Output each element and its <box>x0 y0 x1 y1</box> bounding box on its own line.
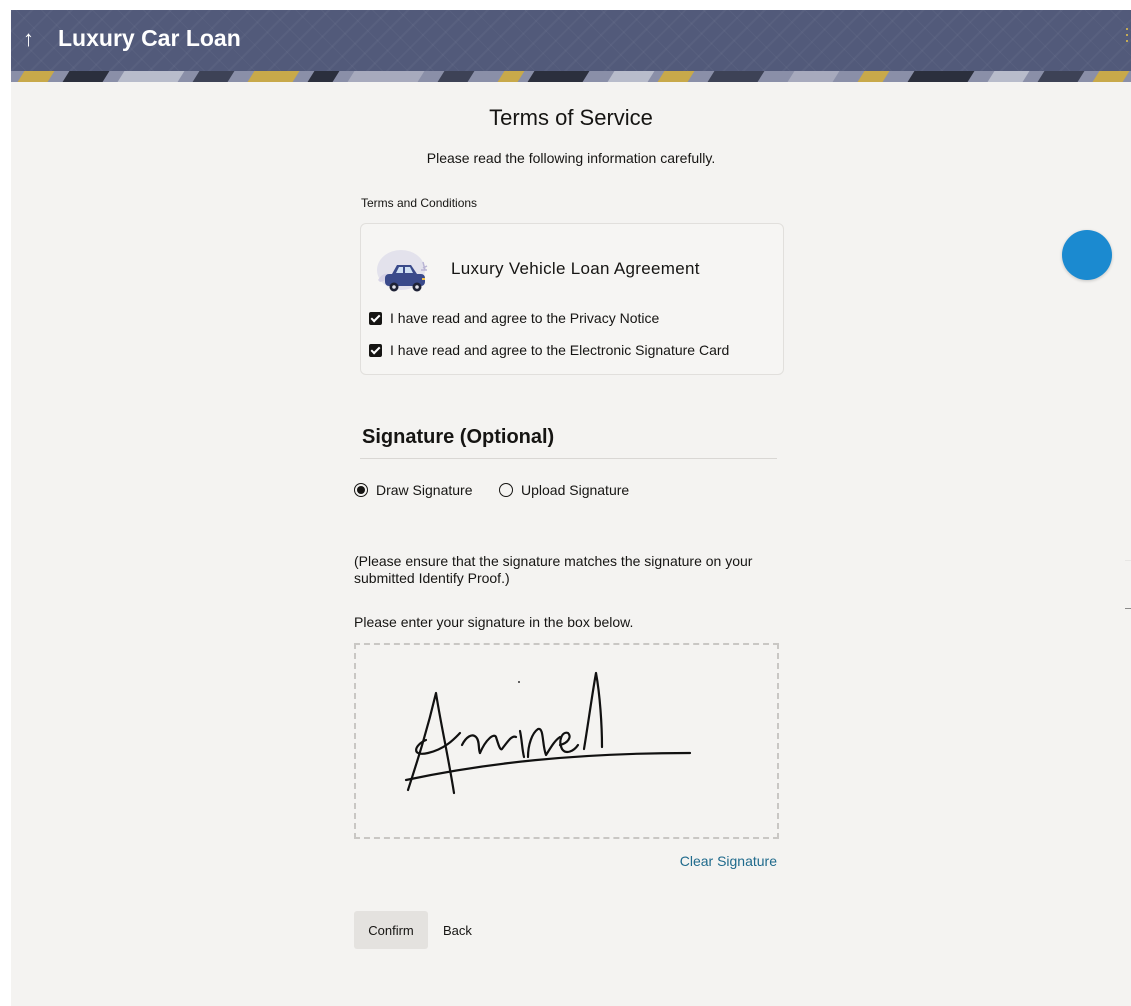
agreement-title: Luxury Vehicle Loan Agreement <box>451 259 700 278</box>
draw-signature-radio[interactable] <box>354 483 368 497</box>
app-title: Luxury Car Loan <box>58 25 241 51</box>
e-signature-card-checkbox[interactable] <box>369 343 382 357</box>
page-subtitle: Please read the following information ca… <box>426 150 716 166</box>
signature-instruction: Please enter your signature in the box b… <box>354 614 634 630</box>
back-arrow-icon[interactable]: ↑ <box>23 26 34 52</box>
page-header: ↑ Luxury Car Loan <box>11 10 1131 82</box>
upload-signature-option[interactable]: Upload Signature <box>499 480 629 500</box>
terms-card: Luxury Vehicle Loan Agreement I have rea… <box>360 223 784 375</box>
e-signature-card-checkbox-row[interactable]: I have read and agree to the Electronic … <box>369 340 729 360</box>
terms-section-label: Terms and Conditions <box>361 196 478 210</box>
kebab-menu-icon[interactable] <box>1125 28 1129 44</box>
car-illustration-icon <box>377 250 428 292</box>
upload-signature-label[interactable]: Upload Signature <box>521 482 629 498</box>
edge-divider <box>1125 608 1131 609</box>
draw-signature-option[interactable]: Draw Signature <box>354 480 473 500</box>
drawn-signature <box>404 671 692 795</box>
privacy-notice-checkbox[interactable] <box>369 311 382 325</box>
clear-signature-link[interactable]: Clear Signature <box>680 853 777 869</box>
privacy-notice-label[interactable]: I have read and agree to the Privacy Not… <box>390 310 659 326</box>
help-fab-button[interactable] <box>1062 230 1112 280</box>
signature-match-note: (Please ensure that the signature matche… <box>354 553 753 586</box>
edge-divider <box>1125 560 1131 561</box>
draw-signature-label[interactable]: Draw Signature <box>376 482 473 498</box>
header-decorative-strip <box>11 71 1131 82</box>
signature-heading: Signature (Optional) <box>362 426 555 448</box>
page-title: Terms of Service <box>489 105 653 130</box>
app-frame: ↑ Luxury Car Loan Terms of Service Pleas… <box>11 10 1131 1006</box>
signature-pad[interactable] <box>354 643 779 839</box>
confirm-button[interactable]: Confirm <box>354 911 428 949</box>
privacy-notice-checkbox-row[interactable]: I have read and agree to the Privacy Not… <box>369 308 659 328</box>
signature-divider <box>360 458 777 459</box>
e-signature-card-label[interactable]: I have read and agree to the Electronic … <box>390 342 729 358</box>
back-button[interactable]: Back <box>435 911 480 949</box>
upload-signature-radio[interactable] <box>499 483 513 497</box>
